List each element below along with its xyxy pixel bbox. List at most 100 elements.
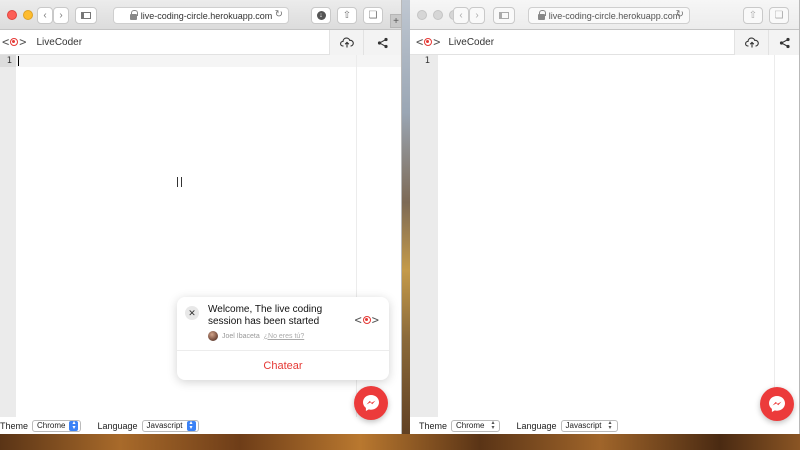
- logo-bracket-right: >: [371, 313, 379, 327]
- chat-close-button[interactable]: ✕: [185, 306, 199, 320]
- logo-record-icon: [424, 38, 433, 46]
- messenger-icon: [363, 395, 379, 411]
- minimize-window-button[interactable]: [23, 10, 33, 20]
- sidebar-button[interactable]: [75, 7, 97, 24]
- app-header: < > LiveCoder: [0, 30, 401, 55]
- chevron-left-icon: ‹: [459, 10, 463, 21]
- code-editor[interactable]: 1: [410, 55, 799, 417]
- select-arrows-icon: ▴ ▾: [186, 420, 196, 431]
- reload-icon[interactable]: ↻: [275, 9, 283, 20]
- chat-livecoder-logo: < >: [355, 313, 379, 327]
- share-button[interactable]: [363, 30, 401, 55]
- tabs-overview-button[interactable]: ❏: [363, 7, 383, 24]
- desktop-wallpaper-strip: [402, 0, 410, 450]
- language-select-value: Javascript: [146, 421, 183, 430]
- avatar: [208, 331, 218, 341]
- cloud-upload-icon: [339, 37, 354, 48]
- url-text: live-coding-circle.herokuapp.com: [140, 10, 273, 21]
- theme-select-value: Chrome: [456, 421, 485, 430]
- chatear-button[interactable]: Chatear: [177, 351, 389, 380]
- sidebar-button[interactable]: [493, 7, 515, 24]
- address-bar[interactable]: live-coding-circle.herokuapp.com ↻: [113, 7, 289, 24]
- line-number: 1: [0, 55, 16, 67]
- text-caret: [18, 56, 19, 66]
- download-icon: ↓: [316, 11, 326, 20]
- logo-record-icon: [362, 316, 371, 324]
- sidebar-icon: [499, 12, 509, 19]
- messenger-chat-button[interactable]: [354, 386, 388, 420]
- app-header: < > LiveCoder: [410, 30, 799, 55]
- url-text: live-coding-circle.herokuapp.com: [548, 10, 681, 21]
- chevron-right-icon: ›: [475, 10, 479, 21]
- line-number: 1: [410, 55, 438, 67]
- lock-icon: [537, 9, 546, 20]
- chevron-left-icon: ‹: [43, 10, 47, 21]
- app-title: LiveCoder: [36, 36, 83, 48]
- share-icon: [779, 37, 790, 48]
- share-page-button[interactable]: ⇧: [743, 7, 763, 24]
- logo-bracket-right: >: [19, 35, 27, 49]
- back-button[interactable]: ‹: [37, 7, 53, 24]
- tabs-overview-button[interactable]: ❏: [769, 7, 789, 24]
- theme-select-value: Chrome: [37, 421, 66, 430]
- browser-window-right: ‹ › live-coding-circle.herokuapp.com ↻ ⇧…: [410, 0, 800, 434]
- print-margin: [774, 55, 775, 417]
- tabs-icon: ❏: [368, 10, 378, 21]
- active-line-highlight: [16, 55, 401, 67]
- address-bar[interactable]: live-coding-circle.herokuapp.com ↻: [528, 7, 690, 24]
- logo-bracket-right: >: [433, 35, 441, 49]
- editor-statusbar: Theme Chrome ▴ ▾ Language Javascript ▴ ▾: [410, 417, 799, 434]
- upload-button[interactable]: [329, 30, 363, 55]
- app-title: LiveCoder: [448, 36, 495, 48]
- editor-gutter: 1: [0, 55, 16, 417]
- editor-gutter: 1: [410, 55, 438, 417]
- downloads-button[interactable]: ↓: [311, 7, 331, 24]
- editor-statusbar: Theme Chrome ▴ ▾ Language Javascript ▴ ▾: [0, 417, 401, 434]
- theme-label: Theme: [0, 420, 29, 431]
- chevron-right-icon: ›: [59, 10, 63, 21]
- desktop-wallpaper-bottom: [0, 434, 800, 450]
- chat-author: Joel Ibaceta: [222, 332, 260, 340]
- language-label: Language: [516, 420, 557, 431]
- logo-bracket-left: <: [354, 313, 362, 327]
- chat-message: Welcome, The live coding session has bee…: [208, 304, 323, 327]
- browser-titlebar: ‹ › live-coding-circle.herokuapp.com ↻ ⇧…: [410, 0, 799, 30]
- share-page-button[interactable]: ⇧: [337, 7, 357, 24]
- not-me-link[interactable]: ¿No eres tú?: [264, 333, 304, 340]
- close-window-button[interactable]: [417, 10, 427, 20]
- select-arrows-icon: ▴ ▾: [608, 419, 612, 431]
- messenger-chat-button[interactable]: [760, 387, 794, 421]
- share-button[interactable]: [768, 30, 799, 55]
- logo-bracket-left: <: [416, 35, 424, 49]
- upload-button[interactable]: [734, 30, 768, 55]
- theme-select[interactable]: Chrome ▴ ▾: [451, 419, 501, 432]
- livecoder-logo: < >: [2, 35, 26, 49]
- logo-record-icon: [10, 38, 19, 46]
- select-arrows-icon: ▴ ▾: [491, 419, 495, 431]
- minimize-window-button[interactable]: [433, 10, 443, 20]
- forward-button[interactable]: ›: [53, 7, 69, 24]
- select-arrows-icon: ▴ ▾: [69, 420, 79, 431]
- chat-meta: Joel Ibaceta ¿No eres tú?: [208, 331, 304, 341]
- forward-button[interactable]: ›: [469, 7, 485, 24]
- cloud-upload-icon: [744, 37, 759, 48]
- share-page-icon: ⇧: [748, 10, 758, 21]
- close-window-button[interactable]: [7, 10, 17, 20]
- plus-icon: +: [393, 15, 399, 27]
- chat-welcome-card: ✕ Welcome, The live coding session has b…: [177, 297, 389, 380]
- reload-icon[interactable]: ↻: [676, 9, 684, 20]
- theme-select[interactable]: Chrome ▴ ▾: [32, 419, 82, 432]
- new-tab-button[interactable]: +: [390, 14, 402, 28]
- sidebar-icon: [81, 12, 91, 19]
- back-button[interactable]: ‹: [453, 7, 469, 24]
- language-label: Language: [97, 420, 138, 431]
- livecoder-logo: < >: [416, 35, 440, 49]
- mouse-ibeam-cursor: [177, 177, 182, 187]
- language-select-value: Javascript: [565, 421, 602, 430]
- tabs-icon: ❏: [774, 10, 784, 21]
- logo-bracket-left: <: [2, 35, 10, 49]
- language-select[interactable]: Javascript ▴ ▾: [141, 419, 199, 432]
- language-select[interactable]: Javascript ▴ ▾: [560, 419, 618, 432]
- messenger-icon: [769, 396, 785, 412]
- share-icon: [377, 37, 388, 48]
